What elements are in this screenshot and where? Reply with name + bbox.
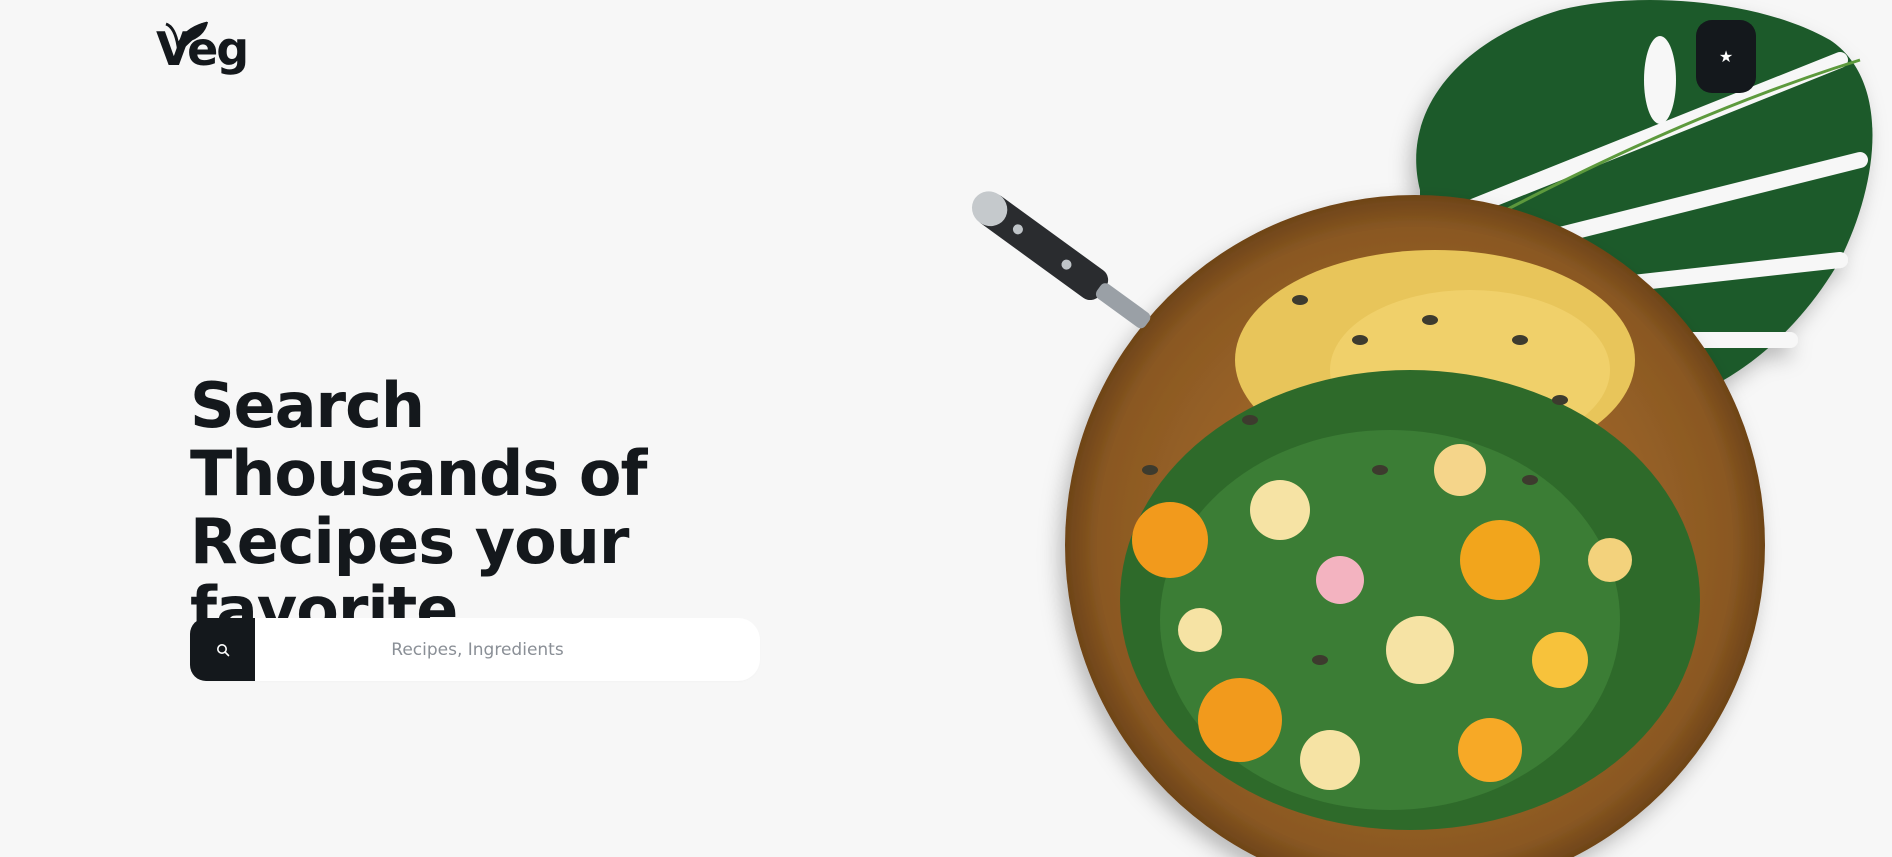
logo[interactable]: Veg xyxy=(146,21,249,72)
hero-title: Search Thousands of Recipes your favorit… xyxy=(190,369,647,646)
star-icon: ★ xyxy=(1718,47,1734,66)
leaf-icon xyxy=(165,21,208,52)
favorites-button[interactable]: ★ xyxy=(1696,20,1756,93)
search-icon xyxy=(216,643,229,656)
fork xyxy=(971,191,1151,329)
hero-food-image xyxy=(971,0,1873,857)
search-bar xyxy=(190,618,760,681)
search-input[interactable] xyxy=(255,618,760,681)
search-button[interactable] xyxy=(190,618,255,681)
